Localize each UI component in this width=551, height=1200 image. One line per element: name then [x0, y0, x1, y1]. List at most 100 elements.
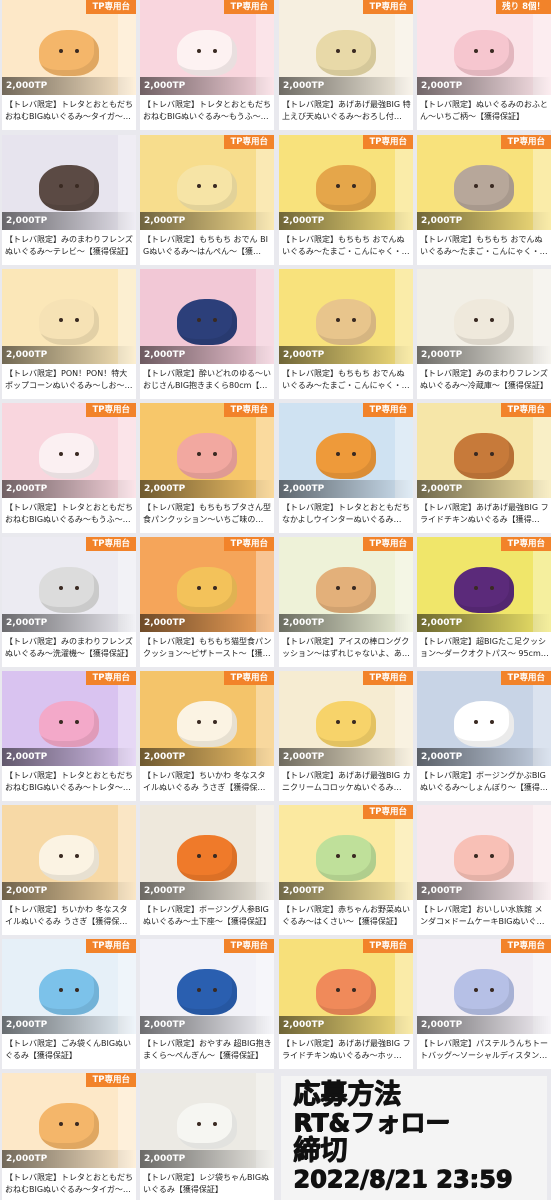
prize-card[interactable]: 2,000TP TP専用台 【トレバ限定】あげあげ最強BIG フライドチキンぬいぐる…	[417, 403, 551, 533]
card-title[interactable]: 【トレバ限定】ボージングかぶBIG ぬいぐるみ～しょんぼり～【獲得…	[420, 770, 550, 798]
prize-card[interactable]: 2,000TP TP専用台 【トレバ限定】赤ちゃんお野菜ぬい ぐるみ～はくさい～【獲…	[279, 805, 413, 935]
card-title[interactable]: 【トレバ限定】もちもち おでんぬ いぐるみ～たまご・こんにゃく・…	[282, 368, 412, 396]
prize-card[interactable]: 2,000TP TP専用台 【トレバ限定】トレタとおともだち なかよしウインターぬい…	[279, 403, 413, 533]
card-title[interactable]: 【トレバ限定】おやすみ 超BIG抱き まくら～ぺんぎん～【獲得保証】	[143, 1038, 273, 1066]
card-title[interactable]: 【トレバ限定】トレタとおともだち おねむBIGぬいぐるみ～もうふ～…	[5, 502, 135, 530]
prize-card[interactable]: 2,000TP TP専用台 【トレバ限定】あげあげ最強BIG カニクリームコロッケぬ…	[279, 671, 413, 801]
product-image[interactable]: 2,000TP	[417, 939, 551, 1034]
product-image[interactable]: 2,000TP	[279, 0, 413, 95]
card-title[interactable]: 【トレバ限定】ぬいぐるみのおふとん～いちご柄～【獲得保証】	[420, 99, 550, 127]
card-title[interactable]: 【トレバ限定】超BIGたこ足クッシ ョン～ダークオクトパス～ 95cm…	[420, 636, 550, 664]
product-image[interactable]: 2,000TP	[417, 135, 551, 230]
product-image[interactable]: 2,000TP	[417, 805, 551, 900]
prize-card[interactable]: 2,000TP 【トレバ限定】ちいかわ 冬なスタ イルぬいぐるみ うさぎ【獲得保…	[2, 805, 136, 935]
product-image[interactable]: 2,000TP	[140, 939, 274, 1034]
prize-card[interactable]: 2,000TP TP専用台 【トレバ限定】トレタとおともだち おねむBIGぬいぐるみ…	[2, 403, 136, 533]
product-image[interactable]: 2,000TP	[2, 671, 136, 766]
product-image[interactable]: 2,000TP	[279, 939, 413, 1034]
card-title[interactable]: 【トレバ限定】もちもちブタさん型 食パンクッション～いちご味の…	[143, 502, 273, 530]
product-image[interactable]: 2,000TP	[2, 939, 136, 1034]
prize-card[interactable]: 2,000TP TP専用台 【トレバ限定】ごみ袋くんBIGぬい ぐるみ【獲得保証】	[2, 939, 136, 1069]
prize-card[interactable]: 2,000TP TP専用台 【トレバ限定】おやすみ 超BIG抱き まくら～ぺんぎん～…	[140, 939, 274, 1069]
card-title[interactable]: 【トレバ限定】ちいかわ 冬なスタ イルぬいぐるみ うさぎ【獲得保…	[5, 904, 135, 932]
prize-card[interactable]: 2,000TP TP専用台 【トレバ限定】トレタとおともだち おねむBIGぬいぐるみ…	[2, 0, 136, 130]
card-title[interactable]: 【トレバ限定】レジ袋ちゃんBIGぬ いぐるみ【獲得保証】	[143, 1172, 273, 1200]
card-title[interactable]: 【トレバ限定】ごみ袋くんBIGぬい ぐるみ【獲得保証】	[5, 1038, 135, 1066]
prize-card[interactable]: 2,000TP TP専用台 【トレバ限定】あげあげ最強BIG 特上えび天ぬいぐるみ～…	[279, 0, 413, 130]
product-image[interactable]: 2,000TP	[279, 135, 413, 230]
card-title[interactable]: 【トレバ限定】あげあげ最強BIG フライドチキンぬいぐるみ～ホッ…	[282, 1038, 412, 1066]
card-title[interactable]: 【トレバ限定】あげあげ最強BIG カニクリームコロッケぬいぐるみ…	[282, 770, 412, 798]
product-image[interactable]: 2,000TP	[2, 537, 136, 632]
prize-card[interactable]: 2,000TP TP専用台 【トレバ限定】もちもち猫型食パン クッション～ピザトース…	[140, 537, 274, 667]
product-image[interactable]: 2,000TP	[2, 403, 136, 498]
card-title[interactable]: 【トレバ限定】酔いどれのゆる～い おじさんBIG抱きまくら80cm【…	[143, 368, 273, 396]
product-image[interactable]: 2,000TP	[2, 0, 136, 95]
card-title[interactable]: 【トレバ限定】赤ちゃんお野菜ぬい ぐるみ～はくさい～【獲得保証】	[282, 904, 412, 932]
product-image[interactable]: 2,000TP	[2, 135, 136, 230]
card-title[interactable]: 【トレバ限定】トレタとおともだち おねむBIGぬいぐるみ～トレタ～…	[5, 770, 135, 798]
prize-card[interactable]: 2,000TP 【トレバ限定】みのまわりフレンズ ぬいぐるみ～冷蔵庫～【獲得保証】	[417, 269, 551, 399]
prize-card[interactable]: 2,000TP 【トレバ限定】酔いどれのゆる～い おじさんBIG抱きまくら80cm…	[140, 269, 274, 399]
card-title[interactable]: 【トレバ限定】トレタとおともだち おねむBIGぬいぐるみ～もうふ～…	[143, 99, 273, 127]
product-image[interactable]: 2,000TP	[417, 403, 551, 498]
product-image[interactable]: 2,000TP	[140, 403, 274, 498]
card-title[interactable]: 【トレバ限定】もちもち おでんぬ いぐるみ～たまご・こんにゃく・…	[282, 234, 412, 262]
prize-card[interactable]: 2,000TP TP専用台 【トレバ限定】トレタとおともだち おねむBIGぬいぐるみ…	[2, 671, 136, 801]
card-title[interactable]: 【トレバ限定】みのまわりフレンズ ぬいぐるみ～テレビ～【獲得保証】	[5, 234, 135, 262]
product-image[interactable]: 2,000TP	[279, 671, 413, 766]
product-image[interactable]: 2,000TP	[140, 135, 274, 230]
prize-card[interactable]: 2,000TP TP専用台 【トレバ限定】アイスの棒ロングク ッション～はずれじゃな…	[279, 537, 413, 667]
card-title[interactable]: 【トレバ限定】みのまわりフレンズ ぬいぐるみ～冷蔵庫～【獲得保証】	[420, 368, 550, 396]
card-title[interactable]: 【トレバ限定】もちもち おでんぬ いぐるみ～たまご・こんにゃく・…	[420, 234, 550, 262]
product-image[interactable]: 2,000TP	[2, 1073, 136, 1168]
product-image[interactable]: 2,000TP	[417, 671, 551, 766]
card-title[interactable]: 【トレバ限定】トレタとおともだち おねむBIGぬいぐるみ～タイガ～…	[5, 1172, 135, 1200]
card-title[interactable]: 【トレバ限定】おいしい水族館 メ ンダコ×ドームケーキBIGぬいぐ…	[420, 904, 550, 932]
card-title[interactable]: 【トレバ限定】ちいかわ 冬なスタ イルぬいぐるみ うさぎ【獲得保…	[143, 770, 273, 798]
prize-card[interactable]: 2,000TP 【トレバ限定】レジ袋ちゃんBIGぬ いぐるみ【獲得保証】	[140, 1073, 274, 1200]
product-image[interactable]: 2,000TP	[417, 537, 551, 632]
prize-card[interactable]: 2,000TP TP専用台 【トレバ限定】超BIGたこ足クッシ ョン～ダークオクトパ…	[417, 537, 551, 667]
product-image[interactable]: 2,000TP	[140, 269, 274, 364]
product-image[interactable]: 2,000TP	[279, 537, 413, 632]
prize-card[interactable]: 2,000TP TP専用台 【トレバ限定】トレタとおともだち おねむBIGぬいぐるみ…	[140, 0, 274, 130]
product-image[interactable]: 2,000TP	[417, 0, 551, 95]
product-image[interactable]: 2,000TP	[279, 403, 413, 498]
prize-card[interactable]: 2,000TP TP専用台 【トレバ限定】パステルうんちトー トバッグ～ソーシャルデ…	[417, 939, 551, 1069]
prize-card[interactable]: 2,000TP 【トレバ限定】おいしい水族館 メ ンダコ×ドームケーキBIGぬいぐ…	[417, 805, 551, 935]
prize-card[interactable]: 2,000TP 残り 8個！ 【トレバ限定】ぬいぐるみのおふとん～いちご柄～【獲得保…	[417, 0, 551, 130]
prize-card[interactable]: 2,000TP 【トレバ限定】もちもち おでんぬ いぐるみ～たまご・こんにゃく・…	[279, 269, 413, 399]
product-image[interactable]: 2,000TP	[279, 269, 413, 364]
prize-card[interactable]: 2,000TP TP専用台 【トレバ限定】もちもちブタさん型 食パンクッション～いち…	[140, 403, 274, 533]
card-title[interactable]: 【トレバ限定】アイスの棒ロングク ッション～はずれじゃないよ、あ…	[282, 636, 412, 664]
card-title[interactable]: 【トレバ限定】パステルうんちトー トバッグ～ソーシャルディスタン…	[420, 1038, 550, 1066]
card-title[interactable]: 【トレバ限定】あげあげ最強BIG フライドチキンぬいぐるみ【獲得…	[420, 502, 550, 530]
card-title[interactable]: 【トレバ限定】みのまわりフレンズ ぬいぐるみ～洗濯機～【獲得保証】	[5, 636, 135, 664]
product-image[interactable]: 2,000TP	[2, 805, 136, 900]
prize-card[interactable]: 2,000TP TP専用台 【トレバ限定】ちいかわ 冬なスタ イルぬいぐるみ うさぎ…	[140, 671, 274, 801]
prize-card[interactable]: 2,000TP TP専用台 【トレバ限定】もちもち おでん BIGぬいぐるみ～はんぺ…	[140, 135, 274, 265]
product-image[interactable]: 2,000TP	[140, 537, 274, 632]
card-title[interactable]: 【トレバ限定】ボージング人参BIG ぬいぐるみ～土下座～【獲得保証】	[143, 904, 273, 932]
card-title[interactable]: 【トレバ限定】トレタとおともだち おねむBIGぬいぐるみ～タイガ～…	[5, 99, 135, 127]
prize-card[interactable]: 2,000TP TP専用台 【トレバ限定】もちもち おでんぬ いぐるみ～たまご・こん…	[279, 135, 413, 265]
product-image[interactable]: 2,000TP	[417, 269, 551, 364]
prize-card[interactable]: 2,000TP TP専用台 【トレバ限定】トレタとおともだち おねむBIGぬいぐるみ…	[2, 1073, 136, 1200]
card-title[interactable]: 【トレバ限定】あげあげ最強BIG 特上えび天ぬいぐるみ～おろし付…	[282, 99, 412, 127]
prize-card[interactable]: 2,000TP TP専用台 【トレバ限定】ボージングかぶBIG ぬいぐるみ～しょんぼ…	[417, 671, 551, 801]
product-image[interactable]: 2,000TP	[140, 805, 274, 900]
prize-card[interactable]: 2,000TP TP専用台 【トレバ限定】もちもち おでんぬ いぐるみ～たまご・こん…	[417, 135, 551, 265]
card-title[interactable]: 【トレバ限定】もちもち猫型食パン クッション～ピザトースト～【獲…	[143, 636, 273, 664]
prize-card[interactable]: 2,000TP TP専用台 【トレバ限定】みのまわりフレンズ ぬいぐるみ～洗濯機～【…	[2, 537, 136, 667]
prize-card[interactable]: 2,000TP 【トレバ限定】ボージング人参BIG ぬいぐるみ～土下座～【獲得保証…	[140, 805, 274, 935]
product-image[interactable]: 2,000TP	[140, 671, 274, 766]
prize-card[interactable]: 2,000TP TP専用台 【トレバ限定】あげあげ最強BIG フライドチキンぬいぐる…	[279, 939, 413, 1069]
card-title[interactable]: 【トレバ限定】もちもち おでん BIGぬいぐるみ～はんぺん～【獲…	[143, 234, 273, 262]
card-title[interactable]: 【トレバ限定】トレタとおともだち なかよしウインターぬいぐるみ…	[282, 502, 412, 530]
card-title[interactable]: 【トレバ限定】PON！PON！特大 ポップコーンぬいぐるみ～しお～…	[5, 368, 135, 396]
prize-card[interactable]: 2,000TP 【トレバ限定】PON！PON！特大 ポップコーンぬいぐるみ～しお～…	[2, 269, 136, 399]
product-image[interactable]: 2,000TP	[140, 1073, 274, 1168]
product-image[interactable]: 2,000TP	[140, 0, 274, 95]
product-image[interactable]: 2,000TP	[2, 269, 136, 364]
